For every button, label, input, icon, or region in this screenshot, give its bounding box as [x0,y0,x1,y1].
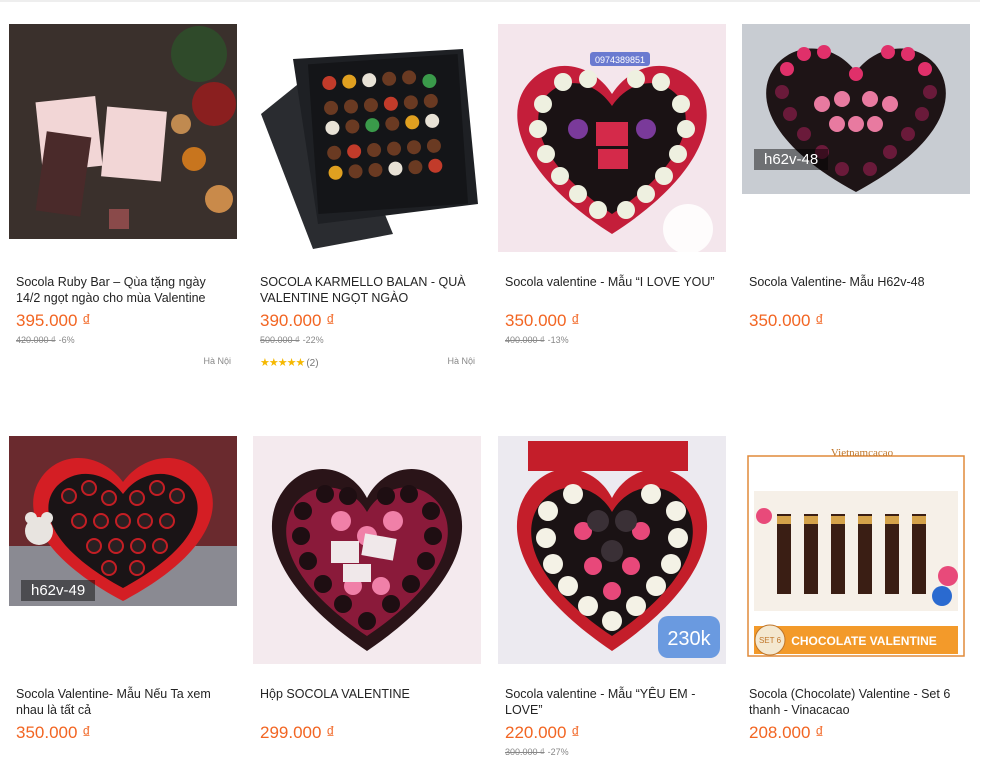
product-price: 208.000 ₫ [749,723,824,742]
product-card[interactable]: h62v-48 Socola Valentine- Mẫu H62v-48 35… [742,24,970,384]
product-location: Hà Nội [203,356,231,366]
i-love-you-heart-image: 0974389851 [498,24,726,252]
product-card[interactable]: Socola Ruby Bar – Qùa tặng ngày 14/2 ngọ… [9,24,237,384]
product-image[interactable] [253,24,481,252]
brand-logo: Vietnamcacao [831,447,894,459]
set-label: SET 6 [759,636,782,645]
product-name[interactable]: Socola (Chocolate) Valentine - Set 6 tha… [749,686,964,718]
product-name[interactable]: Socola Valentine- Mẫu Nếu Ta xem nhau là… [16,686,231,718]
product-price: 395.000 ₫ [16,311,91,330]
discount-badge: -6% [58,335,75,345]
product-name[interactable]: Socola Valentine- Mẫu H62v-48 [749,274,964,290]
product-location: Hà Nội [447,356,475,366]
pink-heart-box-image [253,436,481,664]
old-price-row: 500.000 ₫ -22% [260,335,324,345]
product-name[interactable]: SOCOLA KARMELLO BALAN - QUÀ VALENTINE NG… [260,274,475,306]
model-badge: h62v-48 [754,149,829,170]
karmello-box-image [253,24,481,252]
product-name[interactable]: Socola valentine - Mẫu “YÊU EM - LOVE” [505,686,720,718]
vinacacao-set-image: Vietnamcacao SET 6 CHOCOLATE VALENTINE [742,436,970,664]
product-price: 220.000 ₫ [505,723,580,742]
product-price: 299.000 ₫ [260,723,335,742]
product-card[interactable]: h62v-49 Socola Valentine- Mẫu Nếu Ta xem… [9,436,237,771]
model-badge: h62v-49 [21,580,96,601]
rating-count: (2) [306,358,319,369]
old-price-row: 420.000 ₫ -6% [16,335,75,345]
yeu-em-heart-image: 230k [498,436,726,664]
price-sticker: 230k [667,628,711,650]
product-price: 350.000 ₫ [505,311,580,330]
product-card[interactable]: SOCOLA KARMELLO BALAN - QUÀ VALENTINE NG… [253,24,481,384]
old-price: 400.000 ₫ [505,335,545,345]
product-name[interactable]: Socola Ruby Bar – Qùa tặng ngày 14/2 ngọ… [16,274,231,306]
discount-badge: -22% [302,335,324,345]
product-name[interactable]: Socola valentine - Mẫu “I LOVE YOU” [505,274,720,290]
product-rating[interactable]: ★★★★★ (2) [260,356,319,369]
product-image[interactable]: Vietnamcacao SET 6 CHOCOLATE VALENTINE [742,436,970,664]
product-card[interactable]: 0974389851 Socola valentine - Mẫu “I LOV… [498,24,726,384]
ruby-bar-image [9,24,237,239]
old-price: 420.000 ₫ [16,335,56,345]
product-card[interactable]: Vietnamcacao SET 6 CHOCOLATE VALENTINE S… [742,436,970,771]
star-icons: ★★★★★ [260,357,305,369]
old-price: 300.000 ₫ [505,747,545,757]
old-price-row: 300.000 ₫ -27% [505,747,569,757]
set-banner: CHOCOLATE VALENTINE [791,634,937,648]
discount-badge: -13% [547,335,569,345]
product-image[interactable]: 230k [498,436,726,664]
old-price: 500.000 ₫ [260,335,300,345]
product-price: 350.000 ₫ [749,311,824,330]
product-card[interactable]: Hộp SOCOLA VALENTINE 299.000 ₫ [253,436,481,771]
discount-badge: -27% [547,747,569,757]
product-image[interactable]: 0974389851 [498,24,726,252]
product-name[interactable]: Hộp SOCOLA VALENTINE [260,686,475,702]
product-image[interactable] [9,24,237,239]
phone-label: 0974389851 [595,55,645,65]
top-divider [0,0,980,2]
product-card[interactable]: 230k Socola valentine - Mẫu “YÊU EM - LO… [498,436,726,771]
product-price: 350.000 ₫ [16,723,91,742]
product-price: 390.000 ₫ [260,311,335,330]
old-price-row: 400.000 ₫ -13% [505,335,569,345]
product-image[interactable] [253,436,481,664]
